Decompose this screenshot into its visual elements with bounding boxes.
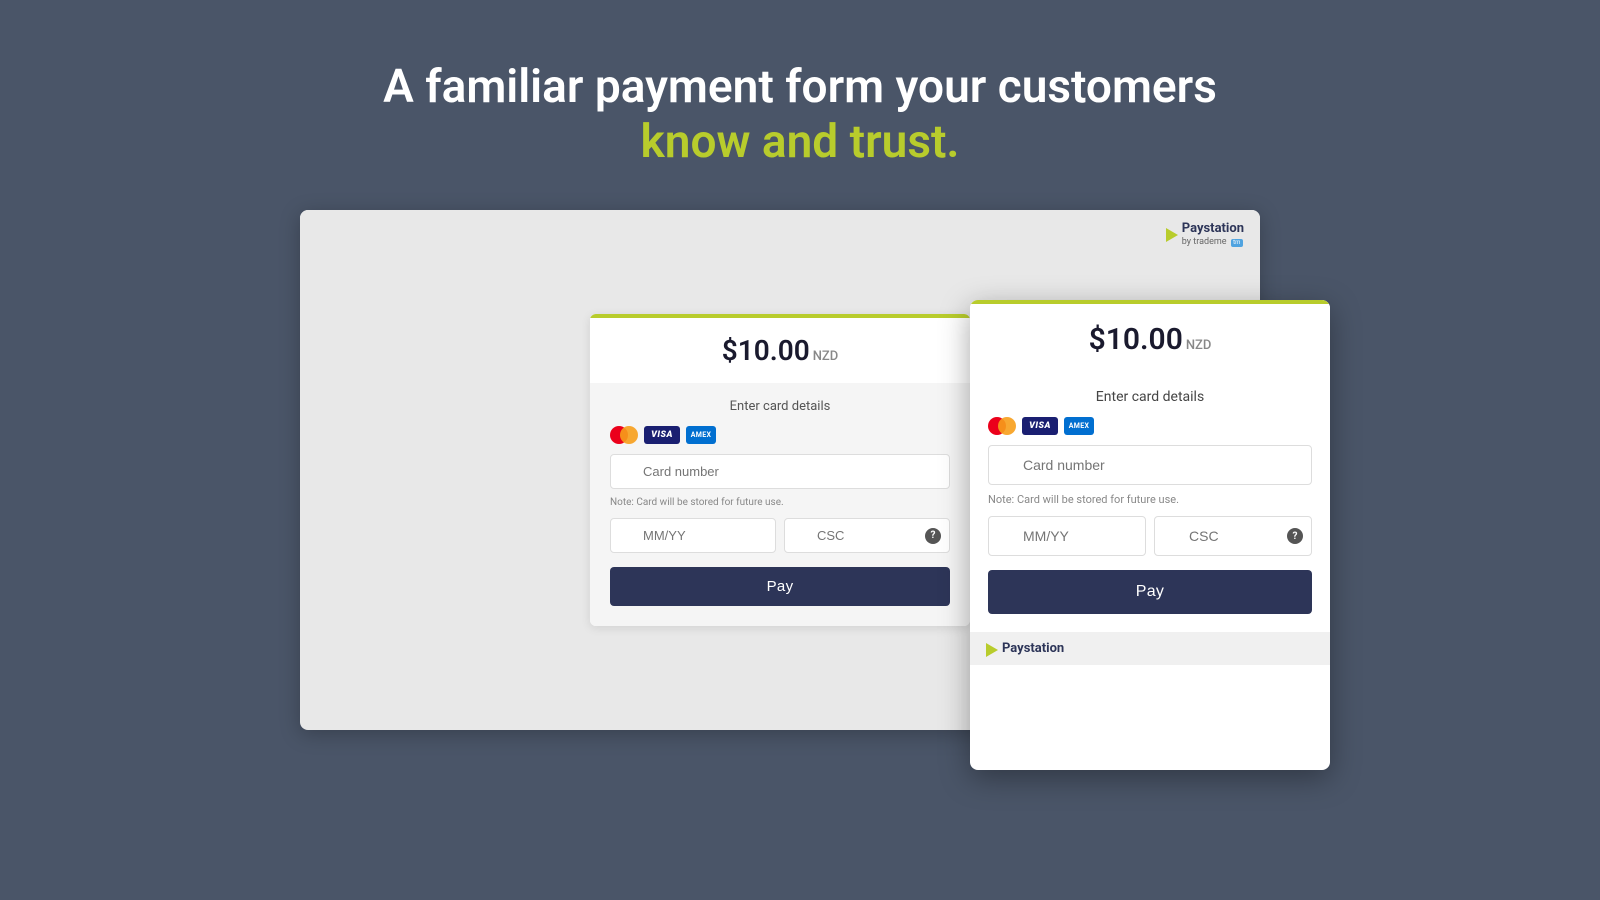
mobile-amount-value: $10.00 bbox=[1089, 322, 1183, 357]
mobile-csc-help-icon[interactable]: ? bbox=[1287, 528, 1303, 544]
mobile-paystation-logo: Paystation bbox=[970, 632, 1330, 664]
mobile-card-number-wrapper[interactable]: ▮▮ bbox=[988, 445, 1312, 485]
mobile-form-title: Enter card details bbox=[988, 389, 1312, 405]
desktop-card-icons: VISA AMEX bbox=[610, 426, 950, 444]
mobile-pay-button[interactable]: Pay bbox=[988, 570, 1312, 614]
mobile-card-icons: VISA AMEX bbox=[988, 417, 1312, 435]
headline-line2: know and trust. bbox=[383, 115, 1217, 170]
paystation-name: Paystation bbox=[1182, 222, 1244, 236]
mobile-amount-currency: NZD bbox=[1186, 338, 1212, 353]
amex-icon: AMEX bbox=[686, 426, 716, 444]
mobile-csc-wrapper[interactable]: 🔒 ? bbox=[1154, 516, 1312, 556]
mobile-card: $10.00NZD Enter card details VISA AMEX ▮… bbox=[970, 300, 1330, 770]
desktop-paystation-logo: Paystation by trademe tm bbox=[300, 210, 1260, 254]
desktop-expiry-wrapper[interactable]: 📅 bbox=[610, 518, 776, 553]
desktop-amount-value: $10.00 bbox=[722, 334, 810, 367]
mobile-paystation-name: Paystation bbox=[1002, 642, 1064, 656]
mobile-paystation-arrow-icon bbox=[986, 643, 998, 657]
paystation-sub: by trademe tm bbox=[1182, 237, 1244, 247]
csc-help-icon[interactable]: ? bbox=[925, 528, 941, 544]
trademe-icon: tm bbox=[1231, 239, 1243, 247]
desktop-card-number-wrapper[interactable]: ▮▮ bbox=[610, 454, 950, 489]
mastercard-icon bbox=[610, 426, 638, 444]
desktop-pay-button[interactable]: Pay bbox=[610, 567, 950, 606]
desktop-csc-wrapper[interactable]: 🔒 ? bbox=[784, 518, 950, 553]
desktop-card-number-input[interactable] bbox=[610, 454, 950, 489]
desktop-amount-currency: NZD bbox=[813, 349, 839, 364]
mobile-amount-bar: $10.00NZD bbox=[970, 300, 1330, 375]
mobile-expiry-input[interactable] bbox=[988, 516, 1146, 556]
cards-container: $10.00NZD Enter card details VISA AMEX ▮… bbox=[300, 210, 1300, 770]
desktop-amount-bar: $10.00NZD bbox=[590, 314, 970, 383]
visa-icon: VISA bbox=[644, 426, 680, 444]
desktop-row-fields: 📅 🔒 ? bbox=[610, 518, 950, 553]
mobile-form-body: Enter card details VISA AMEX ▮▮ Note: Ca… bbox=[970, 375, 1330, 632]
mobile-row-fields: 📅 🔒 ? bbox=[988, 516, 1312, 556]
mobile-expiry-wrapper[interactable]: 📅 bbox=[988, 516, 1146, 556]
desktop-payment-form: $10.00NZD Enter card details VISA AMEX ▮… bbox=[590, 314, 970, 626]
mobile-visa-icon: VISA bbox=[1022, 417, 1058, 435]
mobile-mastercard-icon bbox=[988, 417, 1016, 435]
mobile-amex-icon: AMEX bbox=[1064, 417, 1094, 435]
headline-line1: A familiar payment form your customers bbox=[383, 60, 1217, 115]
desktop-expiry-input[interactable] bbox=[610, 518, 776, 553]
paystation-arrow-icon bbox=[1166, 228, 1178, 242]
desktop-note-text: Note: Card will be stored for future use… bbox=[610, 497, 950, 508]
mobile-card-number-input[interactable] bbox=[988, 445, 1312, 485]
desktop-form-body: Enter card details VISA AMEX ▮▮ Note: Ca… bbox=[590, 383, 970, 626]
mobile-note-text: Note: Card will be stored for future use… bbox=[988, 493, 1312, 506]
headline-section: A familiar payment form your customers k… bbox=[383, 0, 1217, 210]
desktop-form-title: Enter card details bbox=[610, 399, 950, 414]
